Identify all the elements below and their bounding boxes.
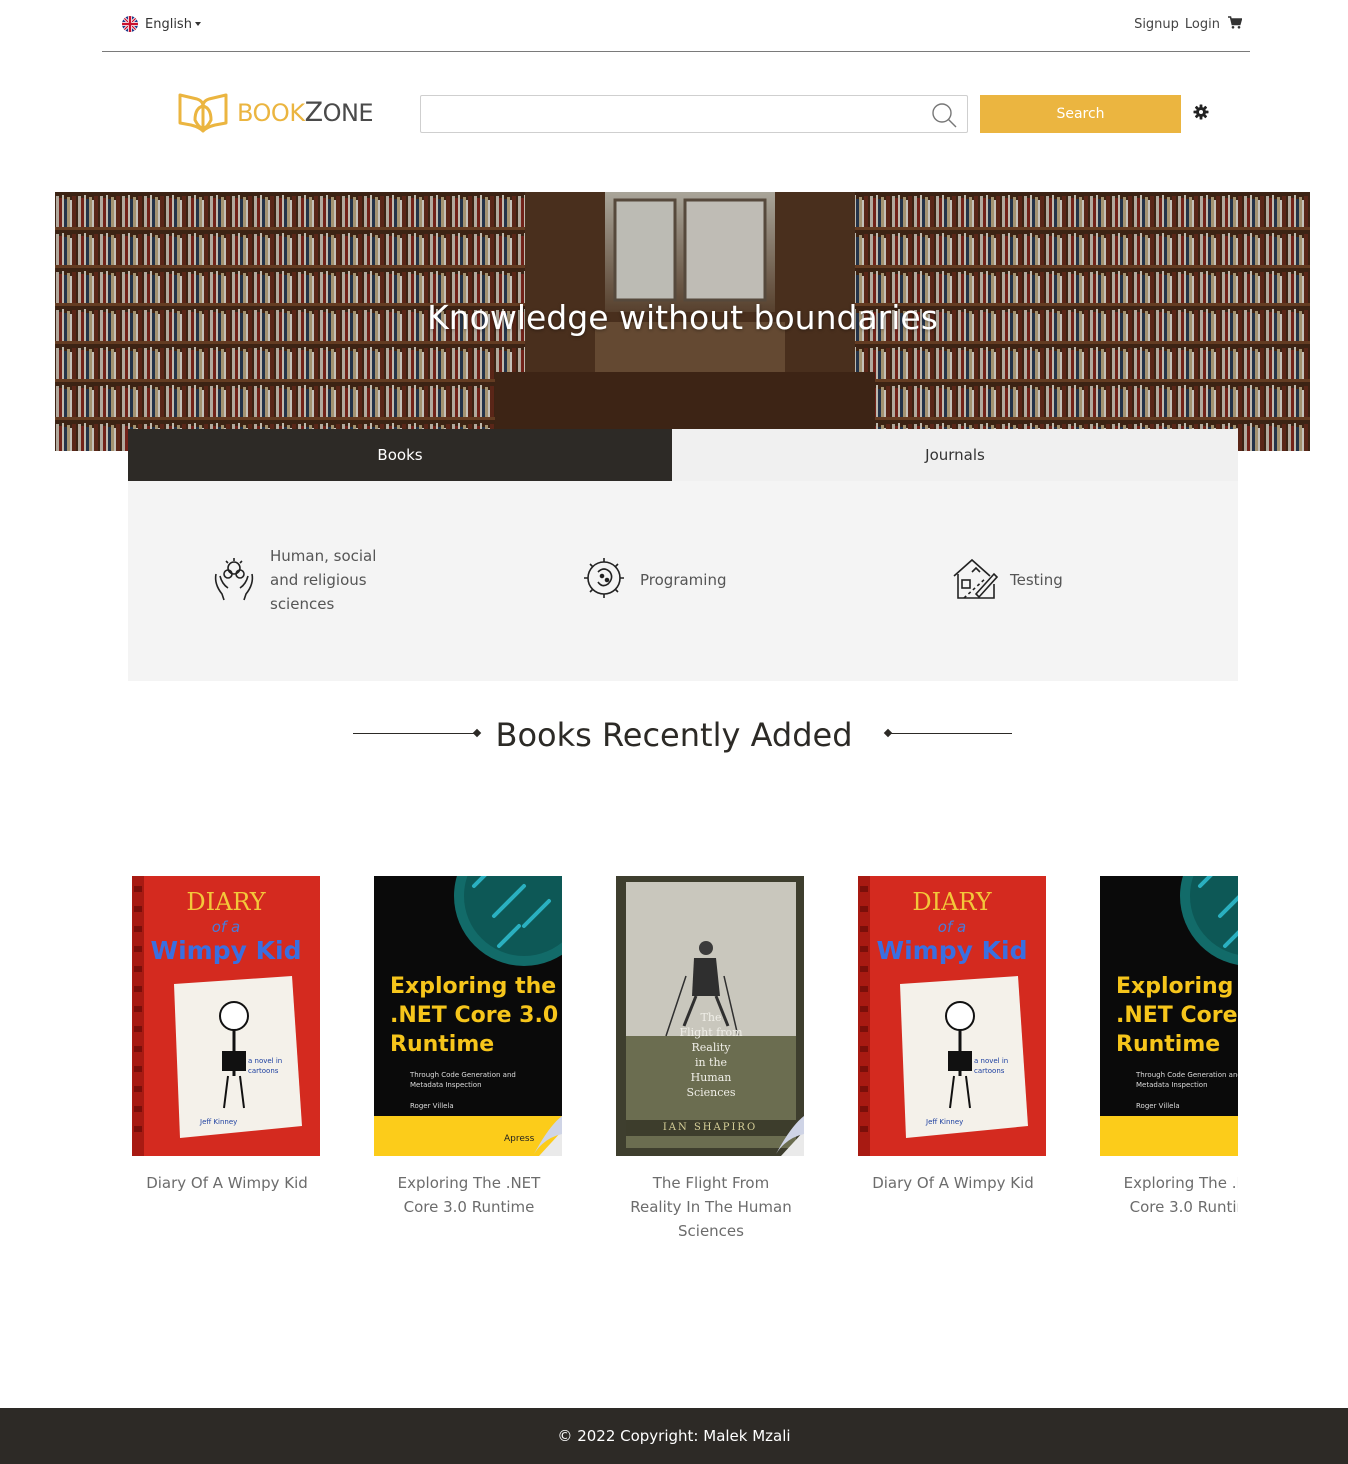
tab-books[interactable]: Books [128, 429, 672, 481]
book-title[interactable]: Diary Of A Wimpy Kid [132, 1171, 322, 1195]
cover-title: The Flight from Reality in the Human Sci… [679, 1011, 743, 1099]
language-label: English [145, 16, 192, 32]
book-card[interactable]: Exploring the .NET Core 3.0 Runtime Thro… [1100, 876, 1238, 1219]
cover-note: a novel in cartoons [248, 1057, 283, 1075]
cart-icon[interactable] [1228, 16, 1243, 33]
logo-text: BOOKZONE [237, 96, 374, 128]
cover-note: Through Code Generation and Metadata Ins… [1136, 1071, 1238, 1089]
signup-link[interactable]: Signup [1134, 17, 1179, 32]
uk-flag-icon [122, 16, 138, 32]
category-programing[interactable]: Programing [580, 554, 726, 606]
book-card[interactable]: Exploring the .NET Core 3.0 Runtime Thro… [374, 876, 564, 1219]
cover-publisher: Apress [504, 1134, 535, 1144]
open-book-logo-icon [178, 93, 228, 133]
chevron-down-icon [194, 22, 201, 26]
book-cover[interactable]: The Flight from Reality in the Human Sci… [616, 876, 804, 1156]
search-input[interactable] [421, 96, 967, 132]
cover-title-line: of a [937, 918, 967, 936]
site-logo[interactable]: BOOKZONE [177, 90, 374, 134]
book-title[interactable]: Exploring The .NET Core 3.0 Runtime [1100, 1171, 1238, 1219]
book-cover[interactable]: Exploring the .NET Core 3.0 Runtime Thro… [1100, 876, 1238, 1156]
book-card[interactable]: DIARY of a Wimpy Kid a novel in cartoons… [858, 876, 1048, 1195]
cover-author: Roger Villela [1136, 1102, 1180, 1110]
book-card[interactable]: DIARY of a Wimpy Kid a novel in cartoons… [132, 876, 322, 1195]
language-dropdown[interactable]: English [122, 16, 201, 32]
gear-icon[interactable] [1193, 104, 1209, 124]
search-button[interactable]: Search [980, 95, 1181, 133]
category-label: Testing [1010, 571, 1063, 589]
cover-author: Roger Villela [410, 1102, 454, 1110]
cover-note: Through Code Generation and Metadata Ins… [410, 1071, 516, 1089]
category-human-sciences[interactable]: Human, social and religious sciences [210, 544, 400, 616]
category-label: Programing [640, 571, 727, 589]
book-cover[interactable]: DIARY of a Wimpy Kid a novel in cartoons… [858, 876, 1046, 1156]
section-heading: Books Recently Added [495, 716, 853, 754]
cover-author: Jeff Kinney [200, 1118, 238, 1126]
search-box [420, 95, 968, 133]
cover-author: Jeff Kinney [926, 1118, 964, 1126]
cover-note: a novel in cartoons [974, 1057, 1009, 1075]
heading-divider-right [888, 733, 1012, 734]
category-label: Human, social and religious sciences [270, 547, 377, 613]
book-card[interactable]: The Flight from Reality in the Human Sci… [616, 876, 806, 1243]
cover-title: Exploring the .NET Core 3.0 Runtime [390, 974, 559, 1057]
book-title[interactable]: Exploring The .NET Core 3.0 Runtime [374, 1171, 564, 1219]
book-cover[interactable]: DIARY of a Wimpy Kid a novel in cartoons… [132, 876, 320, 1156]
search-icon[interactable] [931, 102, 957, 132]
cover-title-line: DIARY [912, 888, 992, 916]
cover-title-line: Wimpy Kid [876, 936, 1028, 965]
footer: © 2022 Copyright: Malek Mzali [0, 1408, 1348, 1464]
category-tabs: Books Journals [128, 429, 1238, 481]
categories-panel: Human, social and religious sciences Pro… [128, 481, 1238, 681]
copyright-text: © 2022 Copyright: Malek Mzali [557, 1427, 791, 1445]
cover-title-line: DIARY [186, 888, 266, 916]
cover-title-line: Wimpy Kid [150, 936, 302, 965]
book-title[interactable]: The Flight From Reality In The Human Sci… [616, 1171, 806, 1243]
category-testing[interactable]: Testing [950, 554, 1063, 606]
top-bar: English Signup Login [102, 0, 1250, 52]
book-cover[interactable]: Exploring the .NET Core 3.0 Runtime Thro… [374, 876, 562, 1156]
hands-heart-icon [210, 554, 258, 606]
gear-brain-icon [580, 554, 628, 606]
house-pencil-icon [950, 554, 999, 606]
hero-title: Knowledge without boundaries [427, 298, 938, 337]
cover-author: IAN SHAPIRO [662, 1122, 758, 1133]
book-title[interactable]: Diary Of A Wimpy Kid [858, 1171, 1048, 1195]
cover-title-line: of a [211, 918, 241, 936]
tab-journals[interactable]: Journals [672, 429, 1238, 481]
login-link[interactable]: Login [1185, 17, 1220, 32]
hero-banner: Knowledge without boundaries [55, 192, 1310, 451]
auth-links: Signup Login [1128, 16, 1243, 33]
recent-books-carousel: DIARY of a Wimpy Kid a novel in cartoons… [128, 876, 1238, 1256]
cover-title: Exploring the .NET Core 3.0 Runtime [1116, 974, 1238, 1057]
